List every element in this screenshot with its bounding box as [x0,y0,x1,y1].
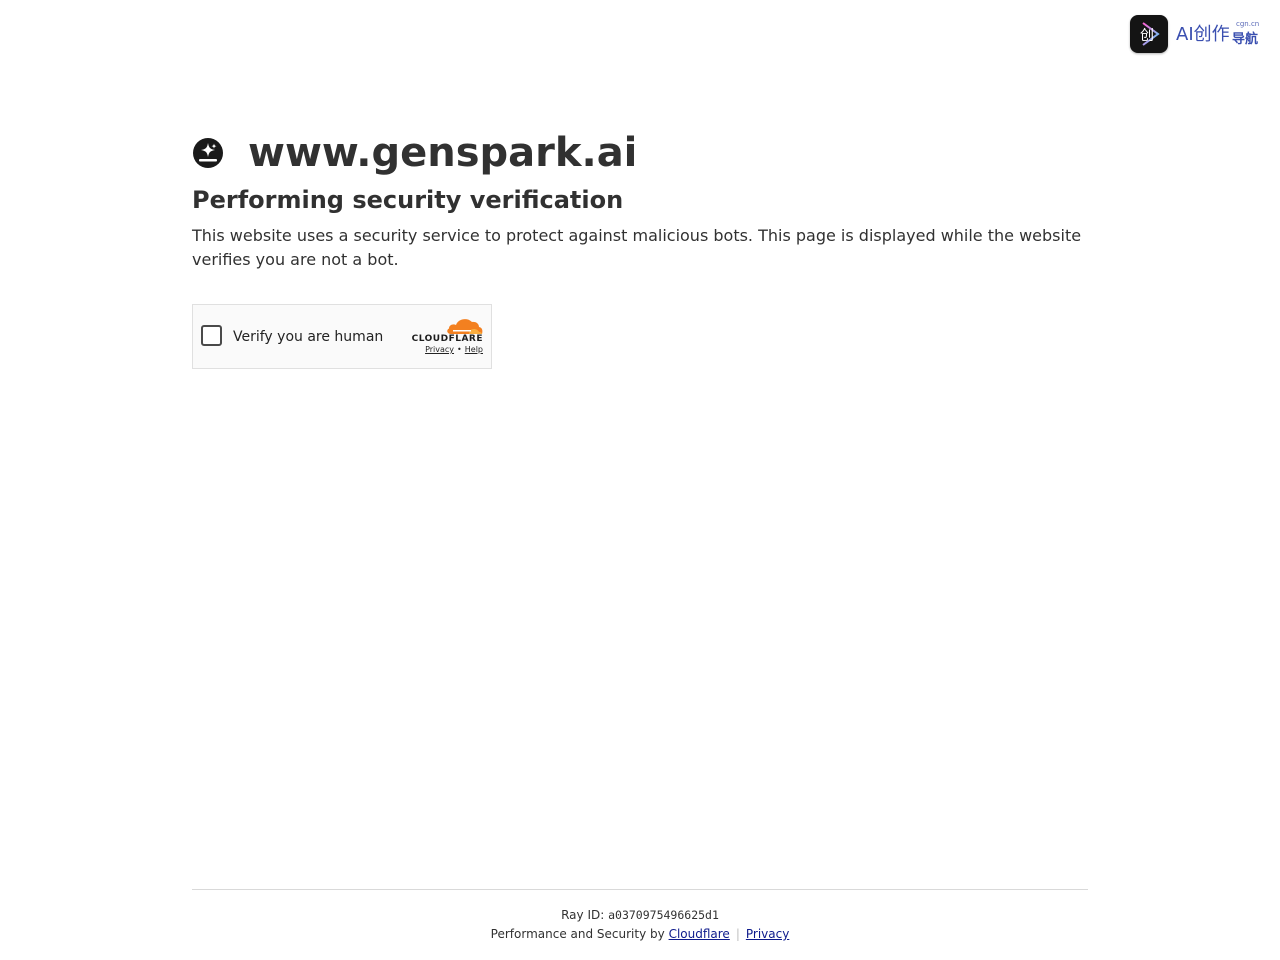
cloudflare-cloud-icon [447,319,483,334]
brand-domain: cgn.cn [1236,20,1260,28]
page-heading: Performing security verification [192,186,624,214]
brand-badge[interactable]: 创 AI创作 cgn.cn 导航 [1130,15,1260,53]
footer-divider [192,889,1088,890]
ray-id-line: Ray ID: a0370975496625d1 [192,906,1088,925]
verify-label[interactable]: Verify you are human [233,327,383,347]
cloudflare-link[interactable]: Cloudflare [669,927,730,941]
performance-label: Performance and Security by [490,927,665,941]
footer: Ray ID: a0370975496625d1 Performance and… [192,906,1088,944]
site-header: www.genspark.ai [192,128,1088,178]
footer-privacy-link[interactable]: Privacy [746,927,789,941]
verification-page: 创 AI创作 cgn.cn 导航 www.genspark.ai Perform… [0,0,1280,960]
site-name: www.genspark.ai [248,130,638,176]
footer-separator: | [735,927,740,941]
performance-line: Performance and Security by Cloudflare | P… [192,925,1088,944]
widget-links: Privacy • Help [425,345,483,354]
widget-link-separator: • [457,345,462,354]
page-description: This website uses a security service to … [192,226,1082,269]
verify-checkbox[interactable] [201,325,222,346]
cloudflare-wordmark: CLOUDFLARE [411,334,483,344]
widget-help-link[interactable]: Help [465,345,483,354]
turnstile-widget: Verify you are human CLOUDFLARE Privacy •… [192,304,492,369]
brand-name: AI创作 [1176,24,1230,45]
ray-id-value: a0370975496625d1 [608,908,719,922]
brand-logo-icon: 创 [1130,15,1168,53]
svg-text:创: 创 [1140,28,1154,44]
cloudflare-branding: CLOUDFLARE Privacy • Help [407,317,483,357]
genspark-logo-icon [193,138,223,168]
brand-sub: 导航 [1232,32,1259,47]
widget-privacy-link[interactable]: Privacy [425,345,454,354]
main-content: www.genspark.ai Performing security veri… [192,128,1088,272]
ray-id-label: Ray ID: [561,908,605,922]
brand-text: AI创作 cgn.cn 导航 [1174,15,1260,53]
